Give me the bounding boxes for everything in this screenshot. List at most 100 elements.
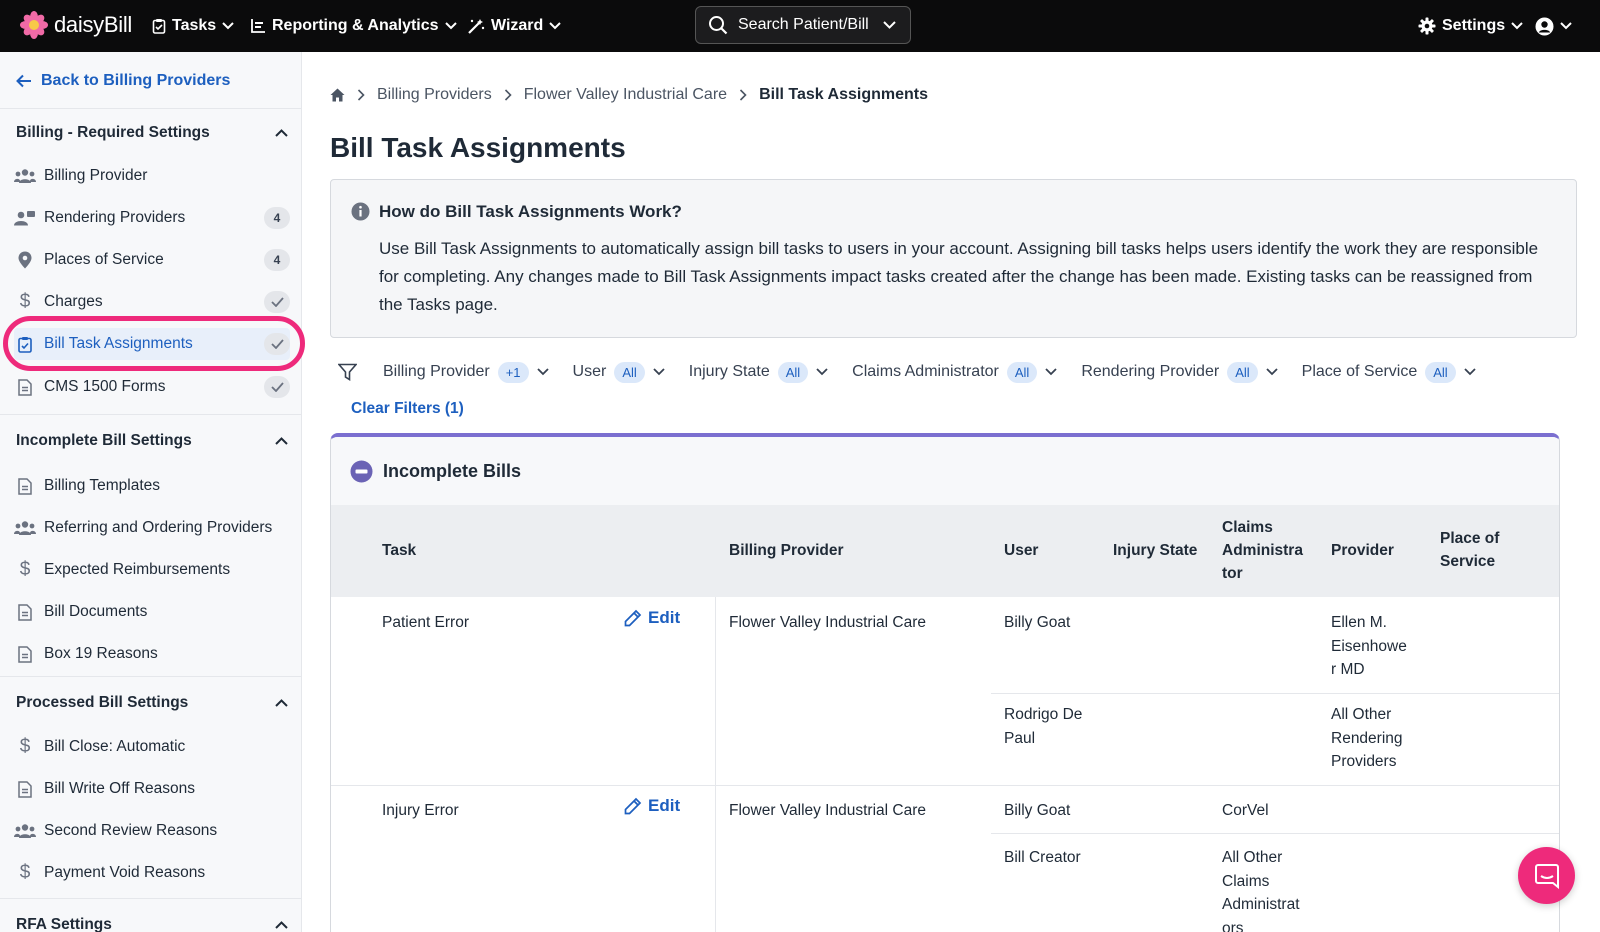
sidebar-item-places-of-service[interactable]: Places of Service 4 [14, 244, 290, 276]
chat-support-button[interactable] [1518, 847, 1575, 904]
chevron-down-icon [883, 21, 896, 29]
filter-label: Rendering Provider [1081, 363, 1220, 380]
chevron-down-icon [549, 22, 562, 30]
column-header-user: User [1004, 542, 1039, 559]
sidebar-item-label: Bill Documents [44, 603, 148, 620]
claims-admin-cell: CorVel [1222, 802, 1269, 819]
filter-claims-administrator[interactable]: Claims Administrator All [852, 361, 1057, 383]
sidebar-item-label: Rendering Providers [44, 209, 186, 226]
billing-provider-cell: Flower Valley Industrial Care [729, 614, 926, 631]
filter-label: Injury State [688, 363, 770, 380]
chevron-down-icon [1045, 368, 1057, 376]
edit-button[interactable]: Edit [623, 608, 680, 628]
nav-tasks[interactable]: Tasks [152, 0, 234, 52]
filter-place-of-service[interactable]: Place of Service All [1301, 361, 1476, 383]
edit-button[interactable]: Edit [623, 796, 680, 816]
panel-header[interactable]: Incomplete Bills [331, 437, 1559, 505]
nav-tasks-label: Tasks [172, 17, 217, 34]
clear-filters-link[interactable]: Clear Filters (1) [351, 400, 464, 418]
info-callout: How do Bill Task Assignments Work? Use B… [330, 179, 1577, 338]
filter-user[interactable]: User All [573, 361, 665, 383]
chevron-up-icon [275, 921, 288, 929]
sidebar-item-box-19-reasons[interactable]: Box 19 Reasons [14, 638, 290, 670]
search-icon [709, 16, 728, 35]
search-patient-bill[interactable]: Search Patient/Bill [695, 6, 911, 44]
filter-rendering-provider[interactable]: Rendering Provider All [1081, 361, 1278, 383]
chevron-up-icon [275, 699, 288, 707]
breadcrumb-billing-providers[interactable]: Billing Providers [377, 86, 492, 104]
filter-injury-state[interactable]: Injury State All [688, 361, 828, 383]
sidebar-item-label: Box 19 Reasons [44, 645, 158, 662]
cell-line: Providers [1331, 753, 1397, 770]
sidebar-item-cms-1500-forms[interactable]: CMS 1500 Forms [14, 371, 290, 403]
chevron-down-icon [1511, 22, 1523, 30]
filter-billing-provider[interactable]: Billing Provider +1 [383, 361, 549, 383]
info-icon [351, 202, 370, 221]
sidebar-item-bill-documents[interactable]: Bill Documents [14, 596, 290, 628]
billing-provider-cell: Flower Valley Industrial Care [729, 802, 926, 819]
filter-chip: All [1006, 361, 1038, 383]
daisybill-logo[interactable]: daisyBill [20, 11, 132, 39]
nav-reporting-analytics[interactable]: Reporting & Analytics [250, 0, 457, 52]
sidebar-item-bill-close-automatic[interactable]: $ Bill Close: Automatic [14, 731, 290, 763]
section-rfa-settings[interactable]: RFA Settings [16, 916, 288, 932]
filter-chip: All [1227, 361, 1258, 383]
cell-line: ors [1222, 919, 1244, 932]
users-icon [14, 168, 36, 184]
section-incomplete-bill-settings[interactable]: Incomplete Bill Settings [16, 432, 288, 450]
sidebar-item-billing-templates[interactable]: Billing Templates [14, 470, 290, 502]
nav-wizard[interactable]: Wizard [467, 0, 562, 52]
chevron-down-icon [1266, 368, 1278, 376]
section-title: Incomplete Bill Settings [16, 432, 192, 449]
chevron-down-icon [536, 368, 549, 376]
cell-line: All Other [1331, 706, 1392, 723]
home-icon[interactable] [330, 88, 345, 102]
sidebar-item-charges[interactable]: $ Charges [14, 286, 290, 318]
sidebar-item-second-review-reasons[interactable]: Second Review Reasons [14, 815, 290, 847]
search-label: Search Patient/Bill [738, 16, 869, 33]
clipboard-check-icon [14, 336, 36, 353]
sidebar-item-label: Charges [44, 293, 103, 310]
sidebar-item-rendering-providers[interactable]: Rendering Providers 4 [14, 202, 290, 234]
row-divider [991, 693, 1559, 694]
header-line: Place of [1440, 530, 1500, 547]
column-header-billing-provider: Billing Provider [729, 542, 844, 559]
sidebar-item-bill-task-assignments[interactable]: Bill Task Assignments [14, 328, 290, 360]
sidebar-item-label: Expected Reimbursements [44, 561, 231, 578]
collapse-minus-icon[interactable] [350, 460, 373, 483]
sidebar-item-expected-reimbursements[interactable]: $ Expected Reimbursements [14, 554, 290, 586]
settings-menu[interactable]: Settings [1418, 0, 1523, 52]
chevron-right-icon [357, 89, 365, 101]
header-line: tor [1222, 565, 1243, 582]
claims-admin-cell: All Other Claims Administrat ors [1222, 846, 1300, 932]
column-header-task: Task [382, 542, 417, 559]
sidebar-item-referring-ordering-providers[interactable]: Referring and Ordering Providers [14, 512, 290, 544]
breadcrumb: Billing Providers Flower Valley Industri… [330, 86, 928, 104]
chevron-right-icon [739, 89, 747, 101]
dollar-icon: $ [19, 736, 31, 757]
cell-line: r MD [1331, 661, 1365, 678]
cell-line: All Other [1222, 849, 1283, 866]
user-account-menu[interactable] [1535, 0, 1572, 52]
section-processed-bill-settings[interactable]: Processed Bill Settings [16, 694, 288, 712]
document-icon [14, 477, 36, 495]
dollar-icon: $ [19, 291, 31, 312]
daisy-flower-icon [20, 11, 48, 39]
sidebar-item-payment-void-reasons[interactable]: $ Payment Void Reasons [14, 857, 290, 889]
edit-label: Edit [648, 608, 681, 627]
breadcrumb-provider[interactable]: Flower Valley Industrial Care [524, 86, 727, 104]
chevron-down-icon [444, 22, 457, 30]
divider [0, 898, 301, 899]
row-divider [331, 785, 1559, 786]
section-title: RFA Settings [16, 916, 112, 932]
section-billing-required-settings[interactable]: Billing - Required Settings [16, 124, 288, 142]
divider [0, 676, 301, 677]
chevron-down-icon [816, 368, 828, 376]
sidebar-item-billing-provider[interactable]: Billing Provider [14, 160, 290, 192]
back-to-billing-providers-link[interactable]: Back to Billing Providers [16, 72, 230, 90]
cell-line: Administrat [1222, 896, 1300, 913]
sidebar-item-bill-write-off-reasons[interactable]: Bill Write Off Reasons [14, 773, 290, 805]
check-icon [264, 376, 290, 398]
header-line: Administra [1222, 542, 1303, 559]
filter-label: Place of Service [1301, 363, 1418, 380]
